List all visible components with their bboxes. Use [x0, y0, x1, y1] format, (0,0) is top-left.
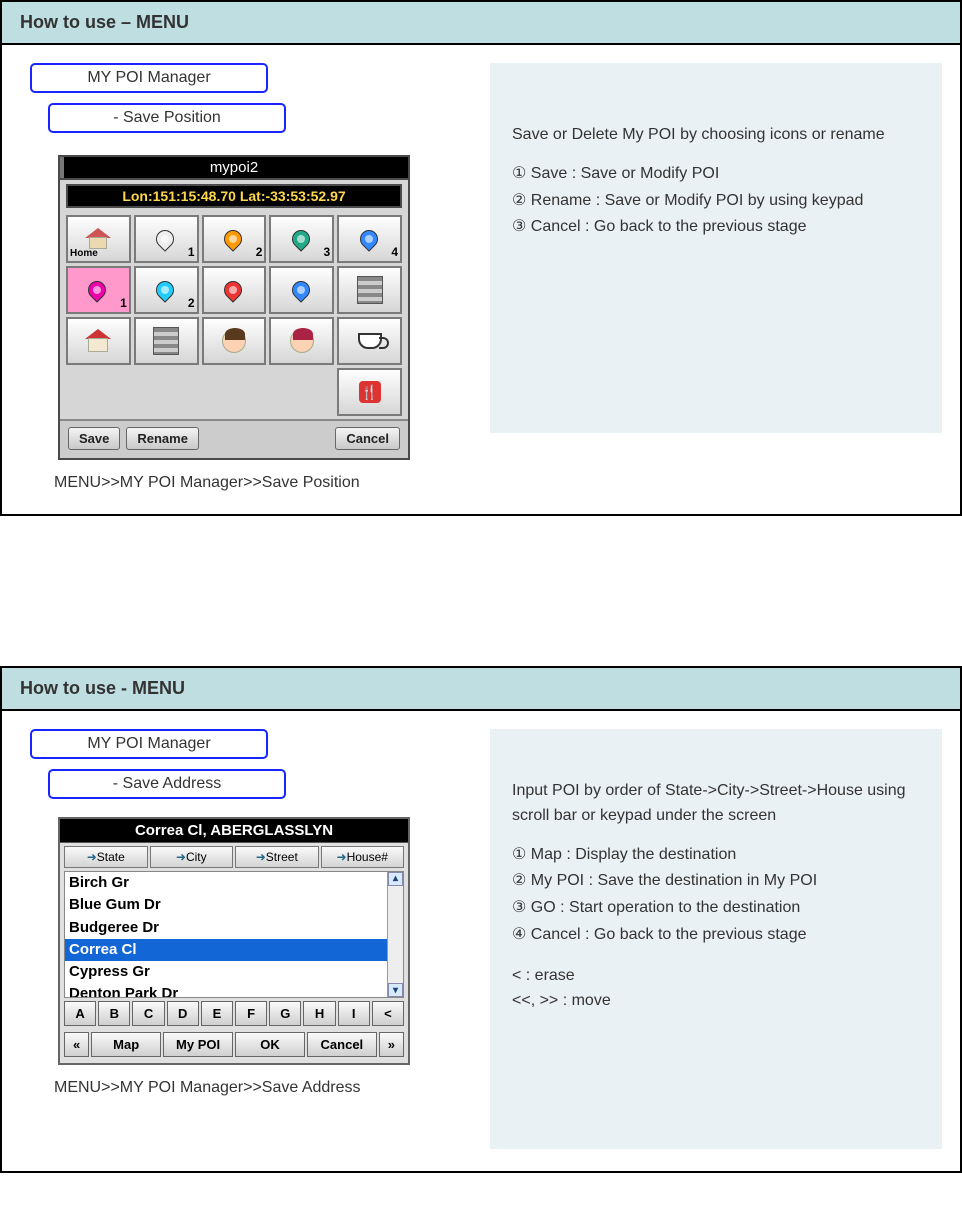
scrollbar[interactable]: ▴ ▾	[387, 872, 403, 997]
panel-save-address: How to use - MENU MY POI Manager - Save …	[0, 666, 962, 1173]
icon-home[interactable]: Home	[66, 215, 131, 263]
desc-line: ② My POI : Save the destination in My PO…	[512, 869, 920, 894]
nav-prev-button[interactable]: «	[64, 1032, 89, 1057]
device-title: mypoi2	[60, 157, 408, 180]
list-item[interactable]: Budgeree Dr	[65, 917, 403, 939]
icon-coffee[interactable]	[337, 317, 402, 365]
panel-header: How to use – MENU	[2, 2, 960, 45]
scroll-down-icon[interactable]: ▾	[388, 983, 403, 997]
desc-line: ② Rename : Save or Modify POI by using k…	[512, 189, 920, 214]
breadcrumb: MENU>>MY POI Manager>>Save Position	[54, 474, 460, 492]
desc-intro: Save or Delete My POI by choosing icons …	[512, 123, 920, 148]
keyboard-row: A B C D E F G H I <	[60, 998, 408, 1029]
key-e[interactable]: E	[201, 1001, 233, 1026]
list-item[interactable]: Denton Park Dr	[65, 983, 403, 997]
save-button[interactable]: Save	[68, 427, 120, 450]
cancel-button[interactable]: Cancel	[335, 427, 400, 450]
icon-house[interactable]	[66, 317, 131, 365]
icon-face-1[interactable]	[202, 317, 267, 365]
tab-state[interactable]: ➜State	[64, 846, 148, 868]
desc-line: ③ GO : Start operation to the destinatio…	[512, 896, 920, 921]
icon-ball-1[interactable]: 1	[66, 266, 131, 314]
desc-extra: < : erase	[512, 964, 920, 989]
rename-button[interactable]: Rename	[126, 427, 199, 450]
icon-home-label: Home	[70, 248, 98, 259]
desc-extra: <<, >> : move	[512, 989, 920, 1014]
device-save-position: mypoi2 Lon:151:15:48.70 Lat:-33:53:52.97…	[58, 155, 410, 460]
desc-line: ④ Cancel : Go back to the previous stage	[512, 923, 920, 948]
key-h[interactable]: H	[303, 1001, 335, 1026]
tab-house[interactable]: ➜House#	[321, 846, 405, 868]
key-d[interactable]: D	[167, 1001, 199, 1026]
icon-building-a[interactable]	[337, 266, 402, 314]
crumb-save-position[interactable]: - Save Position	[48, 103, 286, 133]
icon-pin-1[interactable]: 1	[134, 215, 199, 263]
list-item-selected[interactable]: Correa Cl	[65, 939, 403, 961]
crumb-my-poi-manager[interactable]: MY POI Manager	[30, 729, 268, 759]
tab-city[interactable]: ➜City	[150, 846, 234, 868]
icon-restaurant[interactable]: 🍴	[337, 368, 402, 416]
key-a[interactable]: A	[64, 1001, 96, 1026]
desc-line: ③ Cancel : Go back to the previous stage	[512, 215, 920, 240]
list-item[interactable]: Birch Gr	[65, 872, 403, 894]
address-list[interactable]: Birch Gr Blue Gum Dr Budgeree Dr Correa …	[64, 871, 404, 998]
icon-pushpin-red[interactable]	[202, 266, 267, 314]
key-i[interactable]: I	[338, 1001, 370, 1026]
desc-line: ① Save : Save or Modify POI	[512, 162, 920, 187]
breadcrumb: MENU>>MY POI Manager>>Save Address	[54, 1079, 460, 1097]
device-title: Correa Cl, ABERGLASSLYN	[60, 819, 408, 843]
device-save-address: Correa Cl, ABERGLASSLYN ➜State ➜City ➜St…	[58, 817, 410, 1065]
scroll-up-icon[interactable]: ▴	[388, 872, 403, 886]
icon-building-b[interactable]	[134, 317, 199, 365]
key-g[interactable]: G	[269, 1001, 301, 1026]
tab-street[interactable]: ➜Street	[235, 846, 319, 868]
coordinate-bar: Lon:151:15:48.70 Lat:-33:53:52.97	[66, 184, 402, 208]
list-item[interactable]: Cypress Gr	[65, 961, 403, 983]
nav-next-button[interactable]: »	[379, 1032, 404, 1057]
my-poi-button[interactable]: My POI	[163, 1032, 233, 1057]
crumb-save-address[interactable]: - Save Address	[48, 769, 286, 799]
cancel-button[interactable]: Cancel	[307, 1032, 377, 1057]
description: Input POI by order of State->City->Stree…	[490, 729, 942, 1149]
key-f[interactable]: F	[235, 1001, 267, 1026]
panel-header: How to use - MENU	[2, 668, 960, 711]
list-item[interactable]: Blue Gum Dr	[65, 894, 403, 916]
desc-line: ① Map : Display the destination	[512, 843, 920, 868]
icon-pin-3[interactable]: 3	[269, 215, 334, 263]
key-erase[interactable]: <	[372, 1001, 404, 1026]
icon-pin-2[interactable]: 2	[202, 215, 267, 263]
icon-face-2[interactable]	[269, 317, 334, 365]
panel-save-position: How to use – MENU MY POI Manager - Save …	[0, 0, 962, 516]
icon-ball-2[interactable]: 2	[134, 266, 199, 314]
ok-button[interactable]: OK	[235, 1032, 305, 1057]
crumb-my-poi-manager[interactable]: MY POI Manager	[30, 63, 268, 93]
desc-intro: Input POI by order of State->City->Stree…	[512, 779, 920, 829]
description: Save or Delete My POI by choosing icons …	[490, 63, 942, 433]
icon-pushpin-blue[interactable]	[269, 266, 334, 314]
key-c[interactable]: C	[132, 1001, 164, 1026]
key-b[interactable]: B	[98, 1001, 130, 1026]
icon-pin-4[interactable]: 4	[337, 215, 402, 263]
map-button[interactable]: Map	[91, 1032, 161, 1057]
